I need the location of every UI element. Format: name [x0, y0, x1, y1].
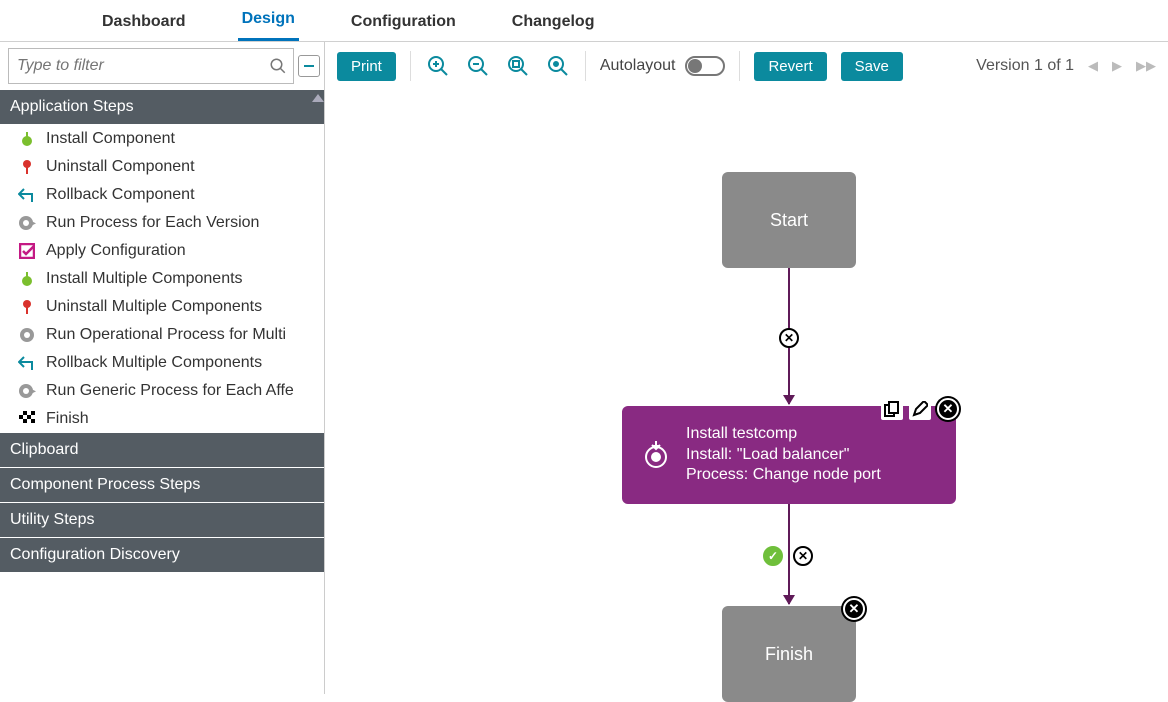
step-label: Rollback Component	[46, 186, 195, 204]
install-icon	[18, 130, 36, 148]
tab-changelog[interactable]: Changelog	[508, 5, 599, 41]
delete-finish-icon[interactable]: ✕	[843, 598, 865, 620]
install-icon	[18, 270, 36, 288]
version-last-icon[interactable]: ▶▶	[1136, 58, 1156, 74]
tab-design[interactable]: Design	[238, 2, 299, 41]
edge-success-icon[interactable]: ✓	[763, 546, 783, 566]
search-icon[interactable]	[269, 57, 287, 75]
gear-icon	[18, 326, 36, 344]
finish-node-label: Finish	[765, 644, 813, 665]
step-rollback-component[interactable]: Rollback Component	[0, 181, 324, 209]
save-button[interactable]: Save	[841, 52, 903, 81]
filter-input[interactable]	[15, 56, 269, 76]
print-button[interactable]: Print	[337, 52, 396, 81]
step-label: Install Component	[46, 130, 175, 148]
step-label: Run Generic Process for Each Affe	[46, 382, 294, 400]
rollback-icon	[18, 354, 36, 372]
edge-delete-icon[interactable]: ✕	[779, 328, 799, 348]
process-canvas[interactable]: Start ✕ Install testcomp Install: "Load …	[325, 90, 1168, 694]
step-uninstall-component[interactable]: Uninstall Component	[0, 153, 324, 181]
revert-button[interactable]: Revert	[754, 52, 826, 81]
zoom-reset-icon[interactable]	[545, 53, 571, 79]
step-label: Run Process for Each Version	[46, 214, 259, 232]
section-clipboard[interactable]: Clipboard	[0, 433, 324, 468]
canvas-toolbar: Print Autolayout Revert Save Version 1 o…	[325, 42, 1168, 90]
step-process-line: Process: Change node port	[686, 465, 881, 486]
section-application-steps[interactable]: Application Steps	[0, 90, 324, 125]
edge-step-to-finish[interactable]	[788, 504, 790, 604]
tab-configuration[interactable]: Configuration	[347, 5, 460, 41]
zoom-in-icon[interactable]	[425, 53, 451, 79]
step-run-operational-multi[interactable]: Run Operational Process for Multi	[0, 321, 324, 349]
step-run-generic-process[interactable]: ▸ Run Generic Process for Each Affe	[0, 377, 324, 405]
target-icon	[640, 439, 672, 471]
step-title: Install testcomp	[686, 424, 881, 445]
step-uninstall-multiple[interactable]: Uninstall Multiple Components	[0, 293, 324, 321]
tab-dashboard[interactable]: Dashboard	[98, 5, 190, 41]
edge-delete-icon[interactable]: ✕	[793, 546, 813, 566]
sidebar: Application Steps Install Component Unin…	[0, 42, 325, 694]
version-label: Version 1 of 1	[976, 57, 1074, 75]
step-label: Uninstall Component	[46, 158, 195, 176]
step-install-multiple[interactable]: Install Multiple Components	[0, 265, 324, 293]
zoom-fit-icon[interactable]	[505, 53, 531, 79]
separator	[410, 51, 411, 81]
step-label: Install Multiple Components	[46, 270, 243, 288]
tabs-bar: Dashboard Design Configuration Changelog	[0, 0, 1168, 42]
section-utility-steps[interactable]: Utility Steps	[0, 503, 324, 538]
start-node[interactable]: Start	[722, 172, 856, 268]
section-config-discovery[interactable]: Configuration Discovery	[0, 538, 324, 573]
step-apply-configuration[interactable]: Apply Configuration	[0, 237, 324, 265]
start-node-label: Start	[770, 210, 808, 231]
rollback-icon	[18, 186, 36, 204]
autolayout-toggle[interactable]	[685, 56, 725, 76]
check-box-icon	[18, 242, 36, 260]
copy-step-icon[interactable]	[881, 398, 903, 420]
step-label: Run Operational Process for Multi	[46, 326, 286, 344]
install-step-node[interactable]: Install testcomp Install: "Load balancer…	[622, 406, 956, 504]
uninstall-icon	[18, 158, 36, 176]
step-label: Apply Configuration	[46, 242, 186, 260]
gear-icon: ▸	[18, 214, 36, 232]
step-run-process-version[interactable]: ▸ Run Process for Each Version	[0, 209, 324, 237]
step-rollback-multiple[interactable]: Rollback Multiple Components	[0, 349, 324, 377]
edit-step-icon[interactable]	[909, 398, 931, 420]
step-label: Uninstall Multiple Components	[46, 298, 262, 316]
collapse-sidebar-button[interactable]	[298, 55, 320, 77]
finish-flag-icon	[18, 410, 36, 428]
section-component-steps[interactable]: Component Process Steps	[0, 468, 324, 503]
separator	[585, 51, 586, 81]
delete-step-icon[interactable]: ✕	[937, 398, 959, 420]
autolayout-label: Autolayout	[600, 57, 676, 75]
step-label: Finish	[46, 410, 89, 428]
step-finish[interactable]: Finish	[0, 405, 324, 433]
version-prev-icon[interactable]: ◀	[1088, 58, 1098, 74]
step-install-component[interactable]: Install Component	[0, 125, 324, 153]
step-label: Rollback Multiple Components	[46, 354, 262, 372]
application-steps-list: Install Component Uninstall Component Ro…	[0, 125, 324, 433]
step-install-line: Install: "Load balancer"	[686, 445, 881, 466]
finish-node[interactable]: Finish	[722, 606, 856, 702]
separator	[739, 51, 740, 81]
zoom-out-icon[interactable]	[465, 53, 491, 79]
uninstall-icon	[18, 298, 36, 316]
gear-icon: ▸	[18, 382, 36, 400]
version-next-icon[interactable]: ▶	[1112, 58, 1122, 74]
canvas-area: Print Autolayout Revert Save Version 1 o…	[325, 42, 1168, 694]
